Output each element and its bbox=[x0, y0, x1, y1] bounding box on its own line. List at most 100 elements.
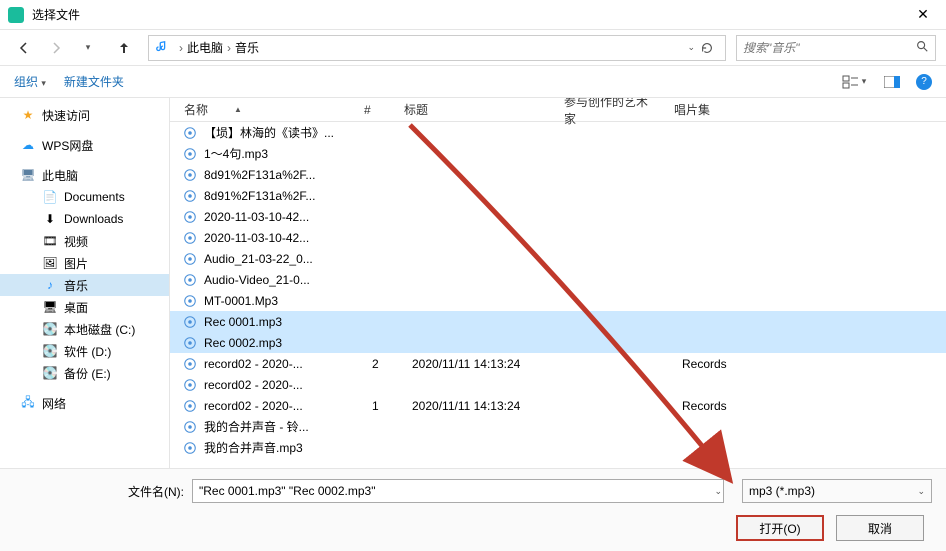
address-dropdown-icon[interactable]: ⌄ bbox=[687, 42, 695, 53]
file-list: 名称▲ # 标题 参与创作的艺术家 唱片集 【埙】林海的《读书》...1～4句.… bbox=[170, 98, 946, 468]
sidebar-item-desktop[interactable]: 🖥桌面 bbox=[0, 296, 169, 318]
column-title[interactable]: 标题 bbox=[396, 101, 556, 118]
back-button[interactable] bbox=[10, 34, 38, 62]
column-album[interactable]: 唱片集 bbox=[666, 101, 746, 118]
sidebar-item-diskc[interactable]: 💽本地磁盘 (C:) bbox=[0, 318, 169, 340]
file-row[interactable]: record02 - 2020-... bbox=[170, 374, 946, 395]
sidebar-item-downloads[interactable]: ⬇Downloads bbox=[0, 208, 169, 230]
search-input[interactable] bbox=[743, 41, 915, 55]
audio-file-icon bbox=[182, 419, 198, 435]
navbar: ▾ › 此电脑 › 音乐 ⌄ bbox=[0, 30, 946, 66]
column-num[interactable]: # bbox=[356, 103, 396, 117]
new-folder-button[interactable]: 新建文件夹 bbox=[64, 73, 124, 90]
sort-asc-icon: ▲ bbox=[234, 105, 242, 114]
disk-icon: 💽 bbox=[42, 343, 58, 359]
file-name: Rec 0002.mp3 bbox=[204, 336, 364, 350]
file-row[interactable]: 我的合并声音.mp3 bbox=[170, 437, 946, 458]
sidebar-item-wps[interactable]: ☁WPS网盘 bbox=[0, 134, 169, 156]
search-box[interactable] bbox=[736, 35, 936, 61]
help-button[interactable]: ? bbox=[916, 74, 932, 90]
breadcrumb-root[interactable]: 此电脑 bbox=[187, 39, 223, 56]
file-row[interactable]: record02 - 2020-...12020/11/11 14:13:24R… bbox=[170, 395, 946, 416]
disk-icon: 💽 bbox=[42, 321, 58, 337]
file-name: 我的合并声音.mp3 bbox=[204, 439, 364, 456]
file-name: record02 - 2020-... bbox=[204, 399, 364, 413]
search-icon[interactable] bbox=[915, 39, 929, 56]
file-tracknum: 2 bbox=[364, 357, 404, 371]
document-icon: 📄 bbox=[42, 189, 58, 205]
organize-menu[interactable]: 组织 ▾ bbox=[14, 73, 46, 90]
close-button[interactable]: ✕ bbox=[908, 0, 938, 30]
sidebar-item-pictures[interactable]: 🖼图片 bbox=[0, 252, 169, 274]
file-row[interactable]: record02 - 2020-...22020/11/11 14:13:24R… bbox=[170, 353, 946, 374]
file-name: 8d91%2F131a%2F... bbox=[204, 189, 364, 203]
column-name[interactable]: 名称▲ bbox=[176, 101, 356, 118]
monitor-icon: 🖥 bbox=[20, 167, 36, 183]
file-row[interactable]: 我的合并声音 - 铃... bbox=[170, 416, 946, 437]
audio-file-icon bbox=[182, 335, 198, 351]
file-name: Audio-Video_21-0... bbox=[204, 273, 364, 287]
music-icon: ♪ bbox=[42, 277, 58, 293]
sidebar-item-thispc[interactable]: 🖥此电脑 bbox=[0, 164, 169, 186]
app-icon bbox=[8, 7, 24, 23]
cancel-button[interactable]: 取消 bbox=[836, 515, 924, 541]
file-name: 2020-11-03-10-42... bbox=[204, 210, 364, 224]
file-row[interactable]: 1～4句.mp3 bbox=[170, 143, 946, 164]
file-name: record02 - 2020-... bbox=[204, 378, 364, 392]
recent-dropdown[interactable]: ▾ bbox=[74, 34, 102, 62]
sidebar-item-diske[interactable]: 💽备份 (E:) bbox=[0, 362, 169, 384]
file-row[interactable]: 【埙】林海的《读书》... bbox=[170, 122, 946, 143]
breadcrumb-folder[interactable]: 音乐 bbox=[235, 39, 259, 56]
preview-pane-button[interactable] bbox=[878, 72, 906, 92]
file-row[interactable]: Rec 0001.mp3 bbox=[170, 311, 946, 332]
filename-dropdown-icon[interactable]: ⌄ bbox=[714, 486, 722, 497]
files-container[interactable]: 【埙】林海的《读书》... 1～4句.mp3 8d91%2F131a%2F... 8d… bbox=[170, 122, 946, 468]
file-row[interactable]: Audio_21-03-22_0... bbox=[170, 248, 946, 269]
open-button[interactable]: 打开(O) bbox=[736, 515, 824, 541]
audio-file-icon bbox=[182, 125, 198, 141]
sidebar: ★快速访问 ☁WPS网盘 🖥此电脑 📄Documents ⬇Downloads … bbox=[0, 98, 170, 468]
forward-button[interactable] bbox=[42, 34, 70, 62]
audio-file-icon bbox=[182, 293, 198, 309]
file-tracknum: 1 bbox=[364, 399, 404, 413]
file-name: 【埙】林海的《读书》... bbox=[204, 124, 364, 141]
star-icon: ★ bbox=[20, 107, 36, 123]
sidebar-item-diskd[interactable]: 💽软件 (D:) bbox=[0, 340, 169, 362]
filename-input[interactable] bbox=[192, 479, 724, 503]
address-bar[interactable]: › 此电脑 › 音乐 ⌄ bbox=[148, 35, 726, 61]
refresh-button[interactable] bbox=[695, 41, 719, 55]
breadcrumb-sep-icon: › bbox=[227, 41, 231, 55]
file-album: Records bbox=[674, 399, 754, 413]
sidebar-item-music[interactable]: ♪音乐 bbox=[0, 274, 169, 296]
window-title: 选择文件 bbox=[32, 6, 908, 23]
file-row[interactable]: 2020-11-03-10-42... bbox=[170, 227, 946, 248]
video-icon: 🎞 bbox=[42, 233, 58, 249]
view-mode-button[interactable]: ▾ bbox=[840, 72, 868, 92]
file-row[interactable]: Rec 0002.mp3 bbox=[170, 332, 946, 353]
file-type-filter[interactable]: mp3 (*.mp3)⌄ bbox=[742, 479, 932, 503]
file-row[interactable]: 8d91%2F131a%2F... bbox=[170, 185, 946, 206]
sidebar-item-documents[interactable]: 📄Documents bbox=[0, 186, 169, 208]
disk-icon: 💽 bbox=[42, 365, 58, 381]
file-name: MT-0001.Mp3 bbox=[204, 294, 364, 308]
file-name: 1～4句.mp3 bbox=[204, 145, 364, 162]
sidebar-item-videos[interactable]: 🎞视频 bbox=[0, 230, 169, 252]
audio-file-icon bbox=[182, 209, 198, 225]
audio-file-icon bbox=[182, 251, 198, 267]
file-name: 我的合并声音 - 铃... bbox=[204, 418, 364, 435]
file-row[interactable]: MT-0001.Mp3 bbox=[170, 290, 946, 311]
sidebar-item-quickaccess[interactable]: ★快速访问 bbox=[0, 104, 169, 126]
sidebar-item-network[interactable]: 🖧网络 bbox=[0, 392, 169, 414]
network-icon: 🖧 bbox=[20, 395, 36, 411]
dialog-bottom: 文件名(N): ⌄ mp3 (*.mp3)⌄ 打开(O) 取消 bbox=[0, 468, 946, 551]
up-button[interactable] bbox=[110, 34, 138, 62]
file-row[interactable]: 8d91%2F131a%2F... bbox=[170, 164, 946, 185]
file-row[interactable]: 2020-11-03-10-42... bbox=[170, 206, 946, 227]
file-row[interactable]: Audio-Video_21-0... bbox=[170, 269, 946, 290]
file-album: Records bbox=[674, 357, 754, 371]
download-icon: ⬇ bbox=[42, 211, 58, 227]
file-name: 8d91%2F131a%2F... bbox=[204, 168, 364, 182]
audio-file-icon bbox=[182, 356, 198, 372]
audio-file-icon bbox=[182, 377, 198, 393]
main-area: ★快速访问 ☁WPS网盘 🖥此电脑 📄Documents ⬇Downloads … bbox=[0, 98, 946, 468]
